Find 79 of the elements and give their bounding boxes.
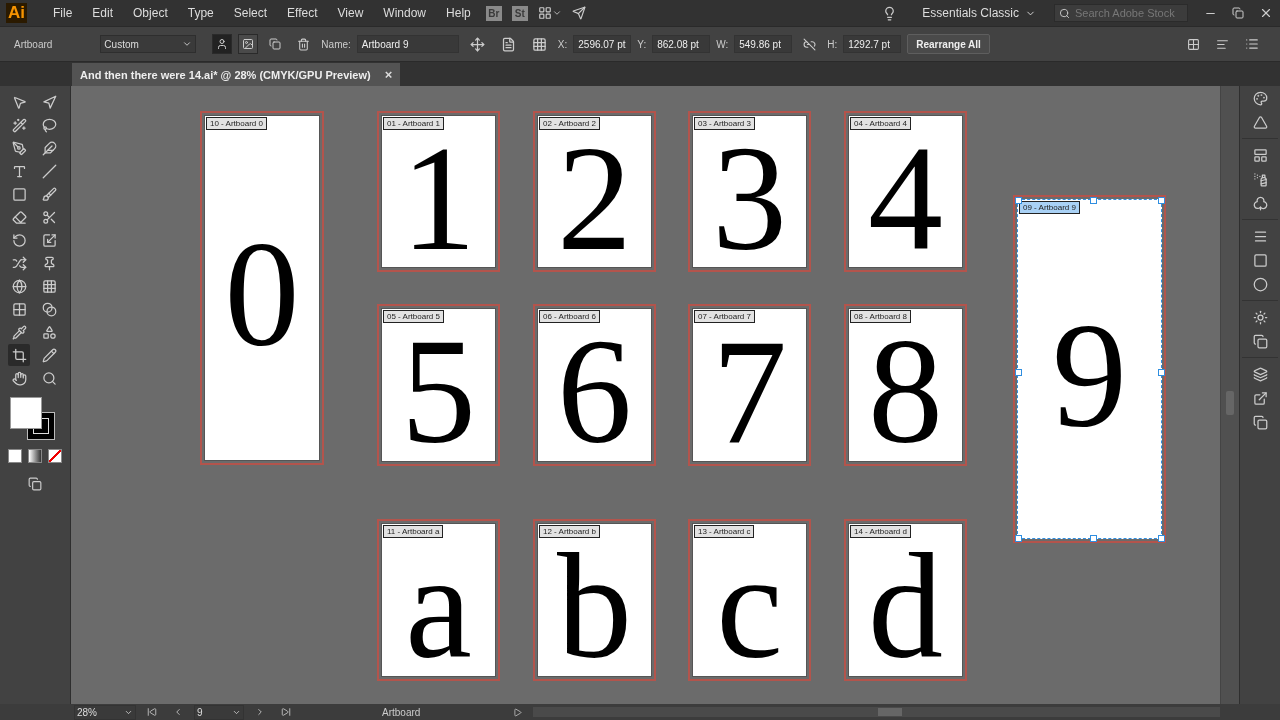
y-label: Y: — [637, 38, 647, 50]
resize-handle[interactable] — [1015, 369, 1022, 376]
portrait-button[interactable] — [212, 34, 233, 54]
artboard-label: 10 - Artboard 0 — [206, 117, 267, 130]
x-field[interactable]: 2596.07 pt — [573, 35, 632, 53]
menu-item[interactable]: Effect — [277, 6, 328, 20]
artboard-glyph: 4 — [868, 134, 943, 263]
landscape-button[interactable] — [238, 34, 259, 54]
artboard-glyph: 5 — [401, 328, 476, 456]
artboard-label: 13 - Artboard c — [694, 525, 755, 538]
h-label: H: — [827, 38, 838, 50]
artboard-glyph: 1 — [401, 134, 476, 263]
artboard-label: 02 - Artboard 2 — [539, 117, 600, 130]
resize-handle[interactable] — [1158, 369, 1165, 376]
artboard-label: 12 - Artboard b — [539, 525, 600, 538]
artboard-glyph: 8 — [868, 328, 943, 456]
artboard-label: 08 - Artboard 8 — [850, 310, 911, 323]
menu-item[interactable]: File — [43, 6, 83, 20]
artboard-glyph: 2 — [557, 134, 632, 263]
tool-name: Artboard — [14, 38, 53, 50]
resize-handle[interactable] — [1158, 535, 1165, 542]
workspace-switcher[interactable]: Essentials Classic — [922, 6, 1036, 20]
scroll-thumb[interactable] — [878, 708, 902, 716]
artboard-glyph: 3 — [712, 134, 787, 263]
artboard-glyph: 0 — [224, 231, 300, 359]
artboard-glyph: 7 — [712, 328, 787, 456]
color-mode[interactable] — [8, 449, 22, 463]
resize-handle[interactable] — [1015, 197, 1022, 204]
landscape-icon — [242, 38, 255, 50]
artboard-glyph: d — [868, 543, 943, 671]
w-label: W: — [716, 38, 729, 50]
menu-item[interactable]: Object — [123, 6, 178, 20]
gradient-mode[interactable] — [28, 449, 42, 463]
search-icon — [1059, 8, 1070, 19]
artboard-glyph: a — [405, 543, 472, 671]
artboard-glyph: 6 — [557, 328, 632, 456]
resize-handle[interactable] — [1089, 197, 1097, 204]
resize-handle[interactable] — [1015, 535, 1022, 542]
menu-item[interactable]: Edit — [82, 6, 124, 20]
menu-item[interactable]: Help — [436, 6, 481, 20]
close-tab-button[interactable]: × — [384, 67, 393, 82]
resize-handle[interactable] — [1158, 197, 1165, 204]
w-field[interactable]: 549.86 pt — [734, 35, 793, 53]
caret-icon — [182, 39, 193, 49]
name-label: Name: — [321, 38, 351, 50]
artboard[interactable]: 09 - Artboard 9 9 — [1017, 199, 1162, 539]
name-field[interactable]: Artboard 9 — [356, 35, 459, 53]
rearrange-all-button[interactable]: Rearrange All — [907, 34, 990, 54]
menu-item[interactable]: Window — [373, 6, 437, 20]
artboard-label: 05 - Artboard 5 — [383, 310, 444, 323]
y-field[interactable]: 862.08 pt — [652, 35, 711, 53]
none-mode[interactable] — [48, 449, 62, 463]
artboard-number-field[interactable]: 9 — [194, 704, 244, 720]
app-logo: Ai — [6, 3, 27, 23]
search-field[interactable]: Search Adobe Stock — [1054, 4, 1188, 22]
artboard-label: 11 - Artboard a — [383, 525, 444, 538]
artboard-label: 04 - Artboard 4 — [850, 117, 911, 130]
artboard[interactable]: 10 - Artboard 0 0 — [204, 115, 320, 461]
menu-item[interactable]: Type — [177, 6, 224, 20]
artboard-tool-icon[interactable] — [8, 344, 30, 366]
artboard-label: 07 - Artboard 7 — [694, 310, 755, 323]
document-tab[interactable]: And then there were 14.ai* @ 28% (CMYK/GPU Preview) × — [72, 63, 401, 86]
artboard-label: 09 - Artboard 9 — [1019, 201, 1080, 214]
status-text: Artboard — [382, 706, 422, 718]
x-label: X: — [557, 38, 568, 50]
resize-handle[interactable] — [1089, 535, 1097, 542]
artboard-glyph: 9 — [1052, 312, 1127, 440]
artboard-glyph: b — [557, 543, 632, 671]
menu-item[interactable]: Select — [223, 6, 278, 20]
artboard-label: 06 - Artboard 6 — [539, 310, 600, 323]
artboard-label: 14 - Artboard d — [850, 525, 911, 538]
h-field[interactable]: 1292.7 pt — [843, 35, 902, 53]
preset-dropdown[interactable]: Custom — [100, 35, 197, 53]
portrait-icon — [216, 38, 229, 50]
menu-item[interactable]: View — [327, 6, 374, 20]
artboard-label: 01 - Artboard 1 — [383, 117, 444, 130]
artboard-label: 03 - Artboard 3 — [694, 117, 755, 130]
artboard-glyph: c — [716, 543, 783, 671]
zoom-field[interactable]: 28% — [74, 704, 136, 720]
